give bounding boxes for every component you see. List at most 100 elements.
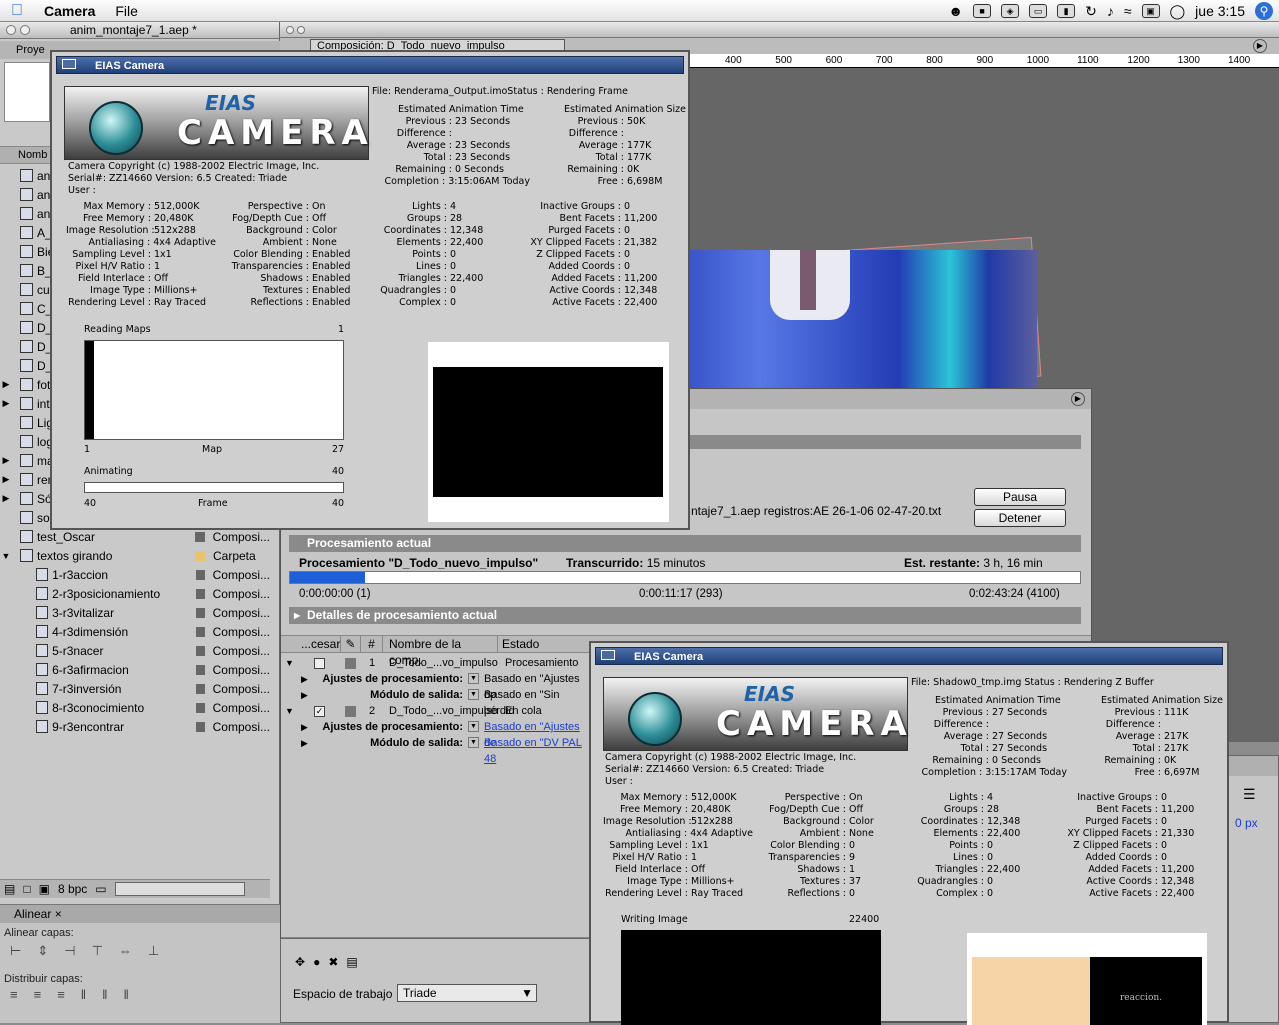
move-tool-icon[interactable]: ✥ xyxy=(295,955,305,969)
battery-icon[interactable]: ▮ xyxy=(1057,4,1076,18)
render-checkbox[interactable] xyxy=(314,658,325,669)
label-swatch[interactable] xyxy=(345,706,356,717)
disclosure-triangle-icon[interactable]: ▶ xyxy=(0,398,12,409)
disclosure-triangle-icon[interactable]: ▼ xyxy=(285,655,294,671)
eias2-titlebar[interactable]: EIAS Camera xyxy=(595,647,1223,665)
trash-icon[interactable]: ▭ xyxy=(95,882,106,896)
volume-icon[interactable]: ♪ xyxy=(1107,3,1114,19)
disclosure-triangle-icon[interactable]: ▶ xyxy=(301,735,308,751)
dropdown-arrow-icon[interactable]: ▼ xyxy=(468,673,479,684)
eias1-titlebar[interactable]: EIAS Camera xyxy=(56,56,684,74)
align-vcenter-icon[interactable]: ⇔ xyxy=(119,943,132,959)
disclosure-triangle-icon[interactable]: ▶ xyxy=(0,455,12,466)
align-top-icon[interactable]: ⊤ xyxy=(92,943,103,959)
details-header[interactable]: ▶ Detalles de procesamiento actual xyxy=(289,607,1081,624)
comp-zoom-button[interactable] xyxy=(297,25,305,34)
workspace-select[interactable]: Triade ▼ xyxy=(397,984,537,1002)
disclosure-triangle-icon[interactable]: ▶ xyxy=(301,719,308,735)
label-swatch[interactable] xyxy=(195,645,205,656)
rq-output-value[interactable]: Basado en "DV PAL 48 xyxy=(484,735,591,767)
dist-hcenter-icon[interactable]: ‖ xyxy=(102,987,107,1002)
dist-bottom-icon[interactable]: ≡ xyxy=(57,987,65,1002)
col-render[interactable]: ...cesar xyxy=(281,636,341,652)
folder-icon[interactable]: □ xyxy=(23,882,30,896)
comp-close-button[interactable] xyxy=(286,25,294,34)
label-swatch[interactable] xyxy=(194,531,205,542)
circle-tool-icon[interactable]: ● xyxy=(313,955,320,969)
project-item[interactable]: 8-r3conocimiento Composi... xyxy=(0,698,270,717)
rq-output-row[interactable]: ▶ Módulo de salida: ▼ Basado en "DV PAL 48 xyxy=(281,735,591,765)
project-item[interactable]: 6-r3afirmacion Composi... xyxy=(0,660,270,679)
project-item[interactable]: 9-r3encontrar Composi... xyxy=(0,717,270,736)
label-swatch[interactable] xyxy=(195,702,205,713)
label-swatch[interactable] xyxy=(195,569,205,580)
apple-menu-icon[interactable]:  xyxy=(0,2,34,20)
disclosure-triangle-icon[interactable]: ▶ xyxy=(0,493,12,504)
disclosure-triangle-icon[interactable]: ▼ xyxy=(285,703,294,719)
disclosure-triangle-icon[interactable]: ▶ xyxy=(0,474,12,485)
col-status[interactable]: Estado xyxy=(498,636,539,652)
pause-button[interactable]: Pausa xyxy=(974,488,1066,506)
rq-panel-menu-icon[interactable]: ▶ xyxy=(1071,392,1085,406)
col-number[interactable]: # xyxy=(361,636,383,652)
rq-settings-row[interactable]: ▶ Ajustes de procesamiento: ▼ Basado en "Aj… xyxy=(281,671,591,701)
stop-button[interactable]: Detener xyxy=(974,509,1066,527)
label-swatch[interactable] xyxy=(195,550,205,561)
clock[interactable]: jue 3:15 xyxy=(1195,3,1245,19)
rq-item-row[interactable]: ▼ 1 D_Todo_...vo_impulso Procesamiento xyxy=(281,655,591,671)
dist-right-icon[interactable]: ‖ xyxy=(124,987,129,1002)
label-swatch[interactable] xyxy=(195,626,205,637)
activity-icon[interactable]: ≈ xyxy=(1124,3,1132,19)
rq-settings-row[interactable]: ▶ Ajustes de procesamiento: ▼ Basado en "Aj… xyxy=(281,719,591,749)
project-item[interactable]: 2-r3posicionamiento Composi... xyxy=(0,584,270,603)
disclosure-triangle-icon[interactable]: ▶ xyxy=(0,379,12,390)
label-swatch[interactable] xyxy=(195,607,205,618)
close-button[interactable] xyxy=(6,25,16,35)
new-comp-icon[interactable]: ▣ xyxy=(39,882,50,896)
pin-tool-icon[interactable]: ✖ xyxy=(328,955,338,969)
text-tool-icon[interactable]: ▤ xyxy=(346,955,357,969)
screen-icon[interactable]: ▣ xyxy=(1141,4,1160,18)
project-item[interactable]: 1-r3accion Composi... xyxy=(0,565,270,584)
label-swatch[interactable] xyxy=(195,683,205,694)
bpc-label[interactable]: 8 bpc xyxy=(58,882,87,896)
dropdown-arrow-icon[interactable]: ▼ xyxy=(468,737,479,748)
rq-item-row[interactable]: ▼ ✓ 2 D_Todo_...vo_impulso En cola xyxy=(281,703,591,719)
dist-vcenter-icon[interactable]: ≡ xyxy=(34,987,42,1002)
list-icon[interactable]: ☰ xyxy=(1243,786,1256,803)
dropdown-arrow-icon[interactable]: ▼ xyxy=(468,721,479,732)
user-icon[interactable]: ☻ xyxy=(948,3,963,19)
dropdown-arrow-icon[interactable]: ▼ xyxy=(468,689,479,700)
menu-file[interactable]: File xyxy=(105,3,148,19)
panel-menu-icon[interactable]: ▶ xyxy=(1253,39,1267,53)
label-swatch[interactable] xyxy=(195,721,205,732)
project-item[interactable]: ▼ textos girando Carpeta xyxy=(0,546,270,565)
sync-icon[interactable]: ↻ xyxy=(1085,3,1097,20)
minimize-button[interactable] xyxy=(20,25,30,35)
project-item[interactable]: 3-r3vitalizar Composi... xyxy=(0,603,270,622)
label-swatch[interactable] xyxy=(195,588,205,599)
disclosure-triangle-icon[interactable]: ▶ xyxy=(301,671,308,687)
disclosure-triangle-icon[interactable]: ▶ xyxy=(301,687,308,703)
render-checkbox[interactable]: ✓ xyxy=(314,706,325,717)
rq-output-row[interactable]: ▶ Módulo de salida: ▼ Basado en "Sin pérdid xyxy=(281,687,591,717)
project-item[interactable]: 4-r3dimensión Composi... xyxy=(0,622,270,641)
display-icon[interactable]: ▭ xyxy=(1029,4,1048,18)
align-bottom-icon[interactable]: ⊥ xyxy=(148,943,159,959)
dist-top-icon[interactable]: ≡ xyxy=(10,987,18,1002)
align-left-icon[interactable]: ⊢ xyxy=(10,943,21,959)
px-value[interactable]: 0 px xyxy=(1235,816,1258,830)
horizontal-scrollbar[interactable] xyxy=(114,882,245,896)
spotlight-icon[interactable]: ⚲ xyxy=(1255,2,1273,20)
network-icon[interactable]: ◈ xyxy=(1001,4,1020,18)
label-swatch[interactable] xyxy=(345,658,356,669)
label-swatch[interactable] xyxy=(195,664,205,675)
project-item[interactable]: 5-r3nacer Composi... xyxy=(0,641,270,660)
col-label-icon[interactable]: ✎ xyxy=(341,636,361,652)
project-item[interactable]: 7-r3inversión Composi... xyxy=(0,679,270,698)
disk-icon[interactable]: ■ xyxy=(973,4,992,18)
disclosure-triangle-icon[interactable]: ▼ xyxy=(0,551,12,561)
bubble-icon[interactable]: ◯ xyxy=(1170,3,1186,20)
menu-app[interactable]: Camera xyxy=(34,3,105,19)
align-hcenter-icon[interactable]: ⇕ xyxy=(37,943,48,959)
